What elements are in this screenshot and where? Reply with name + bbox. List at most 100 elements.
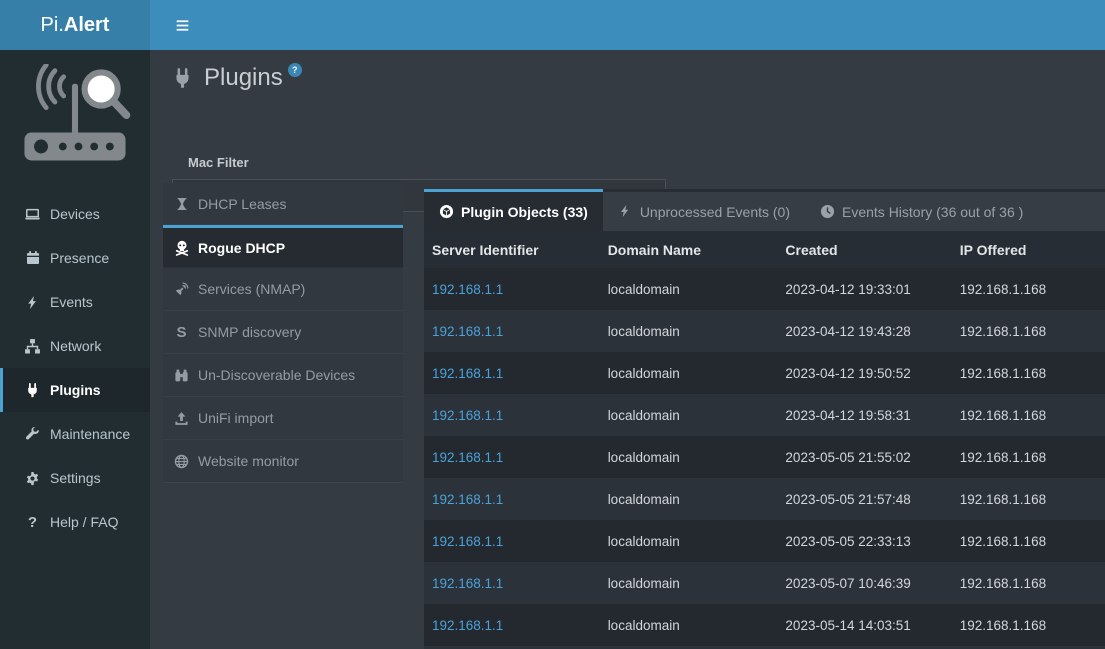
column-header-created[interactable]: Created <box>777 242 951 258</box>
sidebar-item-label: Maintenance <box>50 426 130 442</box>
table-header-row: Server Identifier Domain Name Created IP… <box>424 231 1105 268</box>
sidebar-item-maintenance[interactable]: Maintenance <box>0 412 150 456</box>
table-row: 192.168.1.1 localdomain 2023-05-07 10:46… <box>424 562 1105 604</box>
page-title: Plugins ? <box>172 61 302 95</box>
server-identifier-link[interactable]: 192.168.1.1 <box>424 324 600 339</box>
ip-offered-cell: 192.168.1.168 <box>952 282 1105 297</box>
created-cell: 2023-04-12 19:50:52 <box>777 366 951 381</box>
domain-name-cell: localdomain <box>600 576 778 591</box>
column-header-ip-offered[interactable]: IP Offered <box>952 242 1105 258</box>
satellite-dish-icon <box>173 281 190 298</box>
ip-offered-cell: 192.168.1.168 <box>952 450 1105 465</box>
server-identifier-link[interactable]: 192.168.1.1 <box>424 366 600 381</box>
skull-crossbones-icon <box>173 239 190 256</box>
server-identifier-link[interactable]: 192.168.1.1 <box>424 492 600 507</box>
plugin-nav: DHCP Leases Rogue DHCP Services (NMAP) S… <box>163 183 403 483</box>
page-title-text: Plugins <box>204 61 283 95</box>
sidebar-item-network[interactable]: Network <box>0 324 150 368</box>
server-identifier-link[interactable]: 192.168.1.1 <box>424 576 600 591</box>
gear-icon <box>24 470 41 487</box>
plugin-nav-dhcp-leases[interactable]: DHCP Leases <box>163 183 403 225</box>
plugin-nav-services-nmap[interactable]: Services (NMAP) <box>163 268 403 311</box>
hamburger-menu-icon[interactable] <box>160 0 205 50</box>
column-header-domain-name[interactable]: Domain Name <box>600 242 778 258</box>
sidebar-item-help-faq[interactable]: ? Help / FAQ <box>0 500 150 544</box>
table-row: 192.168.1.1 localdomain 2023-05-05 21:57… <box>424 478 1105 520</box>
plug-icon <box>24 382 41 399</box>
hourglass-icon <box>173 195 190 212</box>
tab-label: Plugin Objects (33) <box>461 204 588 220</box>
table-row: 192.168.1.1 localdomain 2023-04-12 19:43… <box>424 310 1105 352</box>
clock-icon <box>820 204 835 219</box>
laptop-icon <box>24 206 41 223</box>
created-cell: 2023-05-05 22:33:13 <box>777 534 951 549</box>
table-row: 192.168.1.1 localdomain 2023-05-05 22:33… <box>424 520 1105 562</box>
plugin-nav-website-monitor[interactable]: Website monitor <box>163 440 403 483</box>
ip-offered-cell: 192.168.1.168 <box>952 534 1105 549</box>
domain-name-cell: localdomain <box>600 282 778 297</box>
tab-label: Events History (36 out of 36 ) <box>842 204 1023 220</box>
sidebar: Devices Presence Events Network Plugins … <box>0 50 150 649</box>
plugin-nav-label: SNMP discovery <box>198 324 301 340</box>
tab-plugin-objects[interactable]: Plugin Objects (33) <box>424 189 603 231</box>
sidebar-item-devices[interactable]: Devices <box>0 192 150 236</box>
server-identifier-link[interactable]: 192.168.1.1 <box>424 534 600 549</box>
sidebar-item-events[interactable]: Events <box>0 280 150 324</box>
domain-name-cell: localdomain <box>600 618 778 633</box>
domain-name-cell: localdomain <box>600 534 778 549</box>
plugin-tab-panel: Plugin Objects (33) Unprocessed Events (… <box>424 189 1105 649</box>
created-cell: 2023-05-07 10:46:39 <box>777 576 951 591</box>
created-cell: 2023-05-05 21:55:02 <box>777 450 951 465</box>
domain-name-cell: localdomain <box>600 450 778 465</box>
top-header: Pi.Alert <box>0 0 1105 50</box>
ip-offered-cell: 192.168.1.168 <box>952 492 1105 507</box>
app-logo[interactable]: Pi.Alert <box>0 0 150 50</box>
server-identifier-link[interactable]: 192.168.1.1 <box>424 618 600 633</box>
sidebar-item-presence[interactable]: Presence <box>0 236 150 280</box>
sidebar-menu: Devices Presence Events Network Plugins … <box>0 192 150 544</box>
plugin-nav-snmp-discovery[interactable]: S SNMP discovery <box>163 311 403 354</box>
wrench-icon <box>24 426 41 443</box>
created-cell: 2023-05-05 21:57:48 <box>777 492 951 507</box>
tab-unprocessed-events[interactable]: Unprocessed Events (0) <box>603 192 805 231</box>
created-cell: 2023-04-12 19:43:28 <box>777 324 951 339</box>
cube-icon <box>439 204 454 219</box>
help-badge[interactable]: ? <box>288 63 302 77</box>
server-identifier-link[interactable]: 192.168.1.1 <box>424 408 600 423</box>
tab-label: Unprocessed Events (0) <box>640 204 790 220</box>
bolt-icon <box>24 294 41 311</box>
plugin-nav-label: Services (NMAP) <box>198 281 305 297</box>
sidebar-item-label: Settings <box>50 470 101 486</box>
plugin-nav-label: Rogue DHCP <box>198 240 285 256</box>
plugin-objects-table: Server Identifier Domain Name Created IP… <box>424 231 1105 649</box>
question-icon: ? <box>24 514 41 531</box>
ip-offered-cell: 192.168.1.168 <box>952 618 1105 633</box>
ip-offered-cell: 192.168.1.168 <box>952 408 1105 423</box>
table-row: 192.168.1.1 localdomain 2023-04-12 19:50… <box>424 352 1105 394</box>
created-cell: 2023-05-14 14:03:51 <box>777 618 951 633</box>
plugin-nav-unifi-import[interactable]: UniFi import <box>163 397 403 440</box>
created-cell: 2023-04-12 19:58:31 <box>777 408 951 423</box>
plugin-nav-label: UniFi import <box>198 410 273 426</box>
sidebar-item-label: Devices <box>50 206 100 222</box>
table-row: 192.168.1.1 localdomain 2023-05-14 14:03… <box>424 604 1105 646</box>
plugin-nav-rogue-dhcp[interactable]: Rogue DHCP <box>163 225 403 268</box>
globe-icon <box>173 453 190 470</box>
sidebar-item-settings[interactable]: Settings <box>0 456 150 500</box>
domain-name-cell: localdomain <box>600 324 778 339</box>
plugin-nav-label: Un-Discoverable Devices <box>198 367 355 383</box>
ip-offered-cell: 192.168.1.168 <box>952 366 1105 381</box>
server-identifier-link[interactable]: 192.168.1.1 <box>424 450 600 465</box>
sidebar-item-plugins[interactable]: Plugins <box>0 368 150 412</box>
domain-name-cell: localdomain <box>600 408 778 423</box>
column-header-server-identifier[interactable]: Server Identifier <box>424 242 600 258</box>
ip-offered-cell: 192.168.1.168 <box>952 324 1105 339</box>
tab-events-history[interactable]: Events History (36 out of 36 ) <box>805 192 1038 231</box>
plugin-nav-undiscoverable-devices[interactable]: Un-Discoverable Devices <box>163 354 403 397</box>
tab-strip: Plugin Objects (33) Unprocessed Events (… <box>424 189 1105 231</box>
plugin-nav-label: DHCP Leases <box>198 196 286 212</box>
table-row: 192.168.1.1 localdomain 2023-05-05 21:55… <box>424 436 1105 478</box>
binoculars-icon <box>173 367 190 384</box>
server-identifier-link[interactable]: 192.168.1.1 <box>424 282 600 297</box>
main-content: Plugins ? Mac Filter DHCP Leases Rogue D… <box>150 50 1105 649</box>
